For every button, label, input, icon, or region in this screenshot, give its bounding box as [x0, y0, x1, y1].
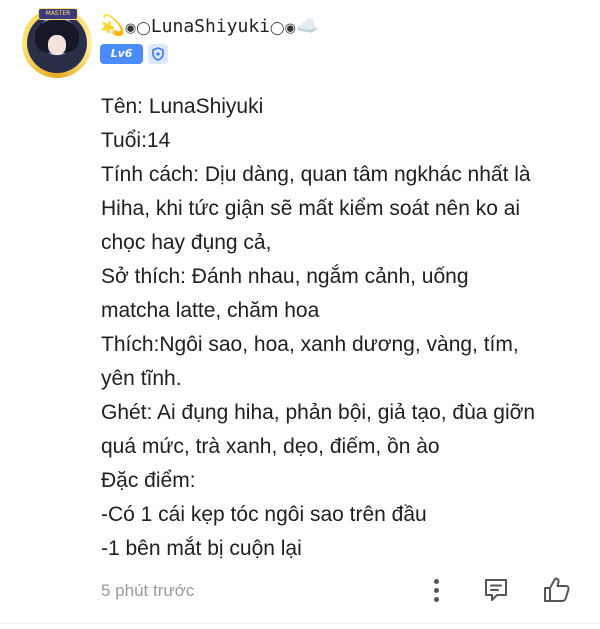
comment-icon — [485, 579, 507, 601]
comment-body: Tên: LunaShiyuki Tuổi:14 Tính cách: Dịu … — [101, 90, 581, 566]
comment-line: Đặc điểm: — [101, 469, 196, 492]
shield-icon — [152, 47, 164, 61]
comment-line: yên tĩnh. — [101, 367, 182, 390]
author-name-text: LunaShiyuki — [150, 16, 271, 37]
name-prefix: ◉◯ — [124, 21, 151, 36]
thumbs-up-icon — [544, 577, 570, 602]
comment-line: -1 bên mắt bị cuộn lại — [101, 537, 302, 560]
cloud-icon: ☁️ — [295, 16, 319, 37]
avatar-face — [48, 35, 66, 55]
name-suffix: ◯◉ — [270, 21, 296, 36]
level-badge: Lv6 — [100, 44, 143, 64]
comment-line: Sở thích: Đánh nhau, ngắm cảnh, uống — [101, 265, 469, 288]
more-options-button[interactable] — [426, 575, 446, 605]
more-vertical-icon-dot — [433, 587, 439, 593]
comment-line: chọc hay đụng cả, — [101, 231, 272, 254]
avatar-image — [27, 13, 87, 73]
verified-badge — [148, 44, 168, 64]
comment-line: Tên: LunaShiyuki — [101, 95, 264, 118]
like-button[interactable] — [542, 575, 572, 605]
comment-line: matcha latte, chăm hoa — [101, 299, 320, 322]
comment-line: Tuổi:14 — [101, 129, 171, 152]
author-badges: Lv6 — [100, 44, 168, 64]
comment-timestamp: 5 phút trước — [101, 581, 195, 600]
author-name[interactable]: 💫◉◯LunaShiyuki◯◉☁️ — [100, 10, 318, 40]
avatar[interactable]: MASTER — [22, 8, 92, 78]
comment-line: Ghét: Ai đụng hiha, phản bội, giả tạo, đ… — [101, 401, 536, 424]
divider — [0, 623, 600, 624]
dizzy-icon: 💫 — [100, 13, 125, 37]
reply-button[interactable] — [482, 576, 510, 604]
comment-line: Thích:Ngôi sao, hoa, xanh dương, vàng, t… — [101, 333, 519, 356]
comment-line: -Có 1 cái kẹp tóc ngôi sao trên đầu — [101, 503, 427, 526]
comment-line: Hiha, khi tức giận sẽ mất kiểm soát nên … — [101, 197, 521, 220]
more-vertical-icon-dot — [433, 596, 439, 602]
avatar-frame-badge: MASTER — [38, 8, 78, 20]
comment-line: Tính cách: Dịu dàng, quan tâm ngkhác nhấ… — [101, 163, 531, 186]
more-vertical-icon-dot — [433, 578, 439, 584]
comment-line: quá mức, trà xanh, dẹo, điếm, ồn ào — [101, 435, 440, 458]
